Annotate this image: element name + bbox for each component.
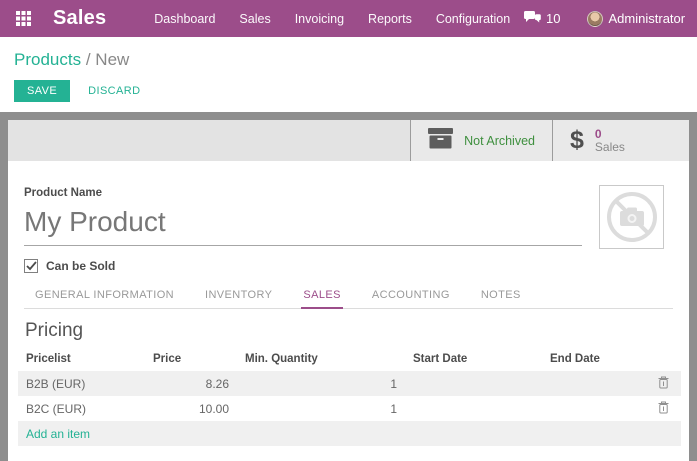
form-sheet: Not Archived $ 0 Sales Product Name — [8, 120, 689, 461]
cell-start-date[interactable] — [405, 371, 542, 396]
sheet-body: Product Name Can be Sold — [8, 161, 689, 461]
apps-grid-icon[interactable] — [12, 8, 34, 30]
cell-pricelist[interactable]: B2B (EUR) — [18, 371, 145, 396]
messages-count: 10 — [546, 11, 560, 26]
top-navbar: Sales Dashboard Sales Invoicing Reports … — [0, 0, 697, 37]
can-be-sold-label: Can be Sold — [46, 259, 115, 273]
product-name-input[interactable] — [24, 204, 582, 246]
cell-price[interactable]: 10.00 — [145, 396, 237, 421]
menu-item-dashboard[interactable]: Dashboard — [154, 10, 215, 28]
chat-bubbles-icon — [524, 11, 541, 27]
col-pricelist: Pricelist — [18, 349, 145, 371]
discard-button[interactable]: DISCARD — [80, 80, 148, 102]
main-menu: Dashboard Sales Invoicing Reports Config… — [154, 10, 510, 28]
breadcrumb-products-link[interactable]: Products — [14, 50, 81, 69]
user-name: Administrator — [609, 11, 686, 26]
notebook-tabs: GENERAL INFORMATION INVENTORY SALES ACCO… — [24, 284, 673, 309]
delete-row-button[interactable] — [645, 371, 681, 396]
product-name-group: Product Name Can be Sold — [24, 183, 599, 273]
col-actions — [645, 349, 681, 371]
cell-min-qty[interactable]: 1 — [237, 371, 405, 396]
col-end-date: End Date — [542, 349, 645, 371]
tab-accounting[interactable]: ACCOUNTING — [370, 284, 452, 309]
app-screen: Sales Dashboard Sales Invoicing Reports … — [0, 0, 697, 461]
app-title[interactable]: Sales — [53, 7, 106, 30]
tab-inventory[interactable]: INVENTORY — [203, 284, 274, 309]
breadcrumb-separator: / — [86, 50, 95, 69]
cell-end-date[interactable] — [542, 371, 645, 396]
pricelist-table: Pricelist Price Min. Quantity Start Date… — [18, 349, 681, 446]
cell-start-date[interactable] — [405, 396, 542, 421]
menu-item-reports[interactable]: Reports — [368, 10, 412, 28]
spacer — [24, 446, 673, 461]
delete-row-button[interactable] — [645, 396, 681, 421]
tab-general-information[interactable]: GENERAL INFORMATION — [33, 284, 176, 309]
cell-price[interactable]: 8.26 — [145, 371, 237, 396]
user-avatar — [587, 11, 603, 27]
pricelist-row-b2c[interactable]: B2C (EUR) 10.00 1 — [18, 396, 681, 421]
sales-stat: 0 Sales — [595, 128, 625, 154]
tab-notes[interactable]: NOTES — [479, 284, 523, 309]
archive-toggle-button[interactable]: Not Archived — [410, 120, 552, 161]
cell-pricelist[interactable]: B2C (EUR) — [18, 396, 145, 421]
can-be-sold-checkbox[interactable] — [24, 259, 38, 273]
archive-box-icon — [428, 128, 453, 154]
add-item-row: Add an item — [18, 421, 681, 446]
archive-status-label: Not Archived — [464, 134, 535, 148]
cell-end-date[interactable] — [542, 396, 645, 421]
sales-stat-label: Sales — [595, 141, 625, 154]
navbar-right: 10 Administrator ▼ — [524, 11, 697, 27]
breadcrumb-current: New — [95, 50, 129, 69]
col-price: Price — [145, 349, 237, 371]
user-menu[interactable]: Administrator ▼ — [587, 11, 697, 27]
col-start-date: Start Date — [405, 349, 542, 371]
statusbar: Not Archived $ 0 Sales — [8, 120, 689, 161]
product-name-label: Product Name — [24, 187, 102, 199]
can-be-sold-field: Can be Sold — [24, 259, 599, 273]
sales-stat-button[interactable]: $ 0 Sales — [552, 120, 689, 161]
save-button[interactable]: SAVE — [14, 80, 70, 102]
cell-min-qty[interactable]: 1 — [237, 396, 405, 421]
pricelist-row-b2b[interactable]: B2B (EUR) 8.26 1 — [18, 371, 681, 396]
pricing-section-title: Pricing — [24, 320, 673, 342]
menu-item-sales[interactable]: Sales — [239, 10, 270, 28]
form-background: Not Archived $ 0 Sales Product Name — [0, 112, 697, 461]
trash-icon — [658, 401, 669, 414]
pricelist-header-row: Pricelist Price Min. Quantity Start Date… — [18, 349, 681, 371]
tab-sales[interactable]: SALES — [301, 284, 342, 309]
menu-item-invoicing[interactable]: Invoicing — [295, 10, 344, 28]
control-panel: Products / New SAVE DISCARD — [0, 37, 697, 112]
dollar-icon: $ — [570, 128, 584, 153]
messages-button[interactable]: 10 — [524, 11, 560, 27]
col-min-quantity: Min. Quantity — [237, 349, 405, 371]
statusbar-spacer — [8, 120, 410, 161]
breadcrumb: Products / New — [14, 49, 683, 71]
trash-icon — [658, 376, 669, 389]
menu-item-configuration[interactable]: Configuration — [436, 10, 510, 28]
sales-stat-value: 0 — [595, 128, 625, 141]
add-an-item-link[interactable]: Add an item — [26, 427, 90, 441]
form-actions: SAVE DISCARD — [14, 80, 683, 102]
product-image-placeholder[interactable] — [599, 185, 664, 249]
no-camera-icon — [605, 190, 659, 244]
